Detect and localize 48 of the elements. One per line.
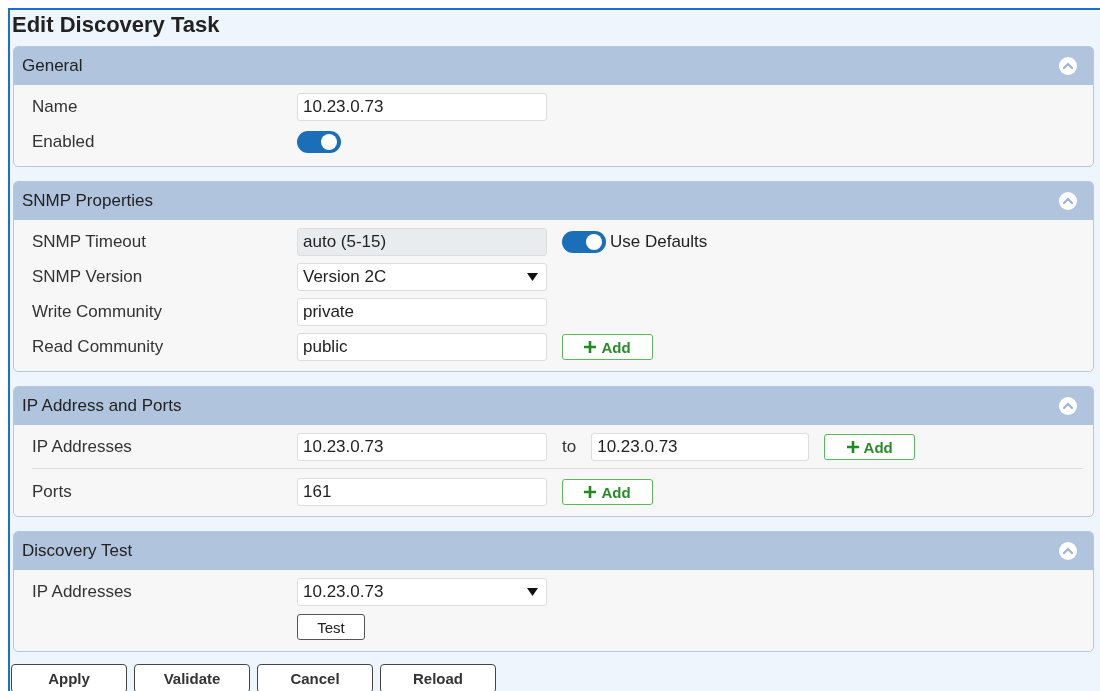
input-field[interactable]: 10.23.0.73 — [297, 433, 547, 461]
plus-icon — [846, 441, 859, 453]
input-field[interactable]: 161 — [297, 478, 547, 506]
collapse-icon[interactable] — [1059, 192, 1077, 210]
caret-icon — [527, 588, 538, 596]
panel-header[interactable]: SNMP Properties — [14, 182, 1093, 220]
readonly-field[interactable]: auto (5-15) — [297, 228, 547, 256]
add-button[interactable]: Add — [824, 434, 916, 460]
action-button[interactable]: Validate — [134, 664, 250, 691]
input-field[interactable]: private — [297, 298, 547, 326]
caret-icon — [527, 273, 538, 281]
panel-header[interactable]: General — [14, 47, 1093, 85]
range-separator: to — [562, 437, 577, 457]
field-label: IP Addresses — [32, 582, 132, 601]
panel-title: General — [22, 56, 83, 76]
collapse-icon[interactable] — [1059, 397, 1077, 415]
field-label: Name — [32, 97, 78, 116]
select-field[interactable]: Version 2C — [297, 263, 547, 291]
add-button[interactable]: Add — [562, 479, 653, 505]
input-field[interactable]: 10.23.0.73 — [297, 93, 547, 121]
input-field[interactable]: 10.23.0.73 — [591, 433, 810, 461]
collapse-icon[interactable] — [1059, 57, 1077, 75]
toggle-label: Use Defaults — [610, 232, 708, 252]
panel-title: SNMP Properties — [22, 191, 153, 211]
page-title: Edit Discovery Task — [11, 11, 221, 39]
field-label: Write Community — [32, 302, 163, 321]
field-label: Read Community — [32, 337, 164, 356]
collapse-icon[interactable] — [1059, 542, 1077, 560]
field-label: Ports — [32, 482, 72, 501]
plus-icon — [584, 486, 597, 498]
plus-icon — [584, 341, 597, 353]
select-field[interactable]: 10.23.0.73 — [297, 578, 547, 606]
action-button[interactable]: Reload — [380, 664, 496, 691]
field-label: SNMP Version — [32, 267, 143, 286]
field-label: Enabled — [32, 132, 95, 151]
add-button[interactable]: Add — [562, 334, 653, 360]
panel-title: Discovery Test — [22, 541, 133, 561]
panel-header[interactable]: IP Address and Ports — [14, 387, 1093, 425]
panel-header[interactable]: Discovery Test — [14, 532, 1093, 570]
toggle-switch[interactable] — [297, 131, 341, 153]
field-label: IP Addresses — [32, 437, 132, 456]
action-button[interactable]: Apply — [11, 664, 127, 691]
field-label: SNMP Timeout — [32, 232, 146, 251]
input-field[interactable]: public — [297, 333, 547, 361]
test-button[interactable]: Test — [297, 614, 365, 640]
toggle-switch[interactable] — [562, 231, 606, 253]
panel-title: IP Address and Ports — [22, 396, 182, 416]
action-button[interactable]: Cancel — [257, 664, 373, 691]
